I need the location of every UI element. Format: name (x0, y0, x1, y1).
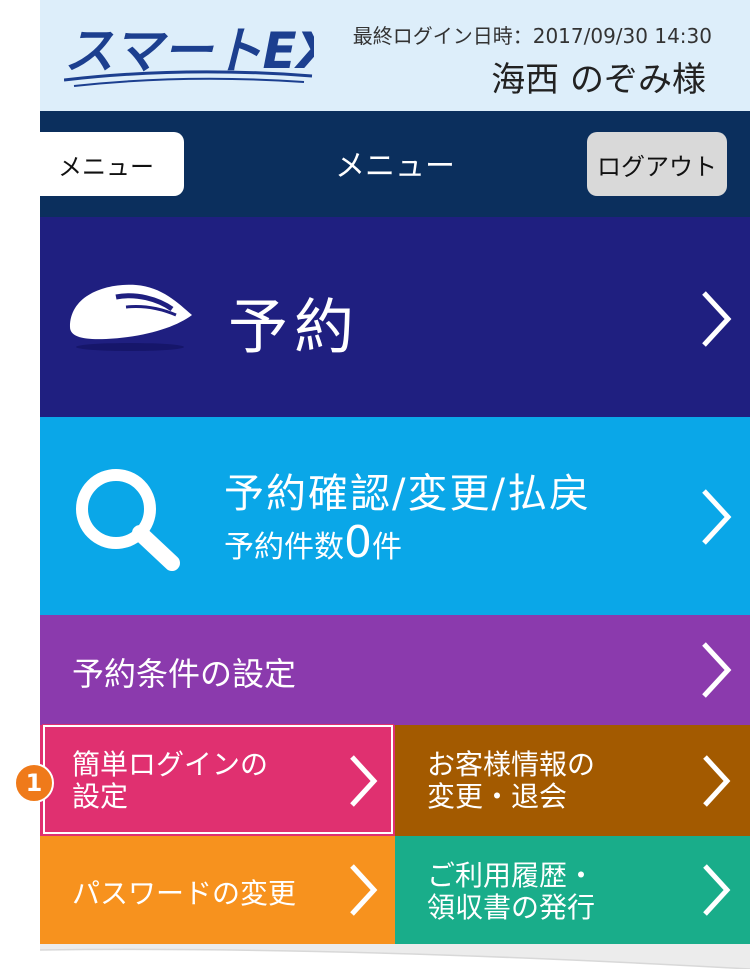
simple-login-settings-tile[interactable]: 簡単ログインの 設定 (40, 725, 395, 836)
chevron-right-icon (702, 489, 732, 545)
simple-login-label-line2: 設定 (72, 780, 129, 813)
reservation-check-tile[interactable]: 予約確認/変更/払戻 予約件数0件 (40, 417, 750, 615)
reservation-conditions-label: 予約条件の設定 (72, 655, 297, 693)
usage-history-label-line1: ご利用履歴・ (427, 859, 596, 892)
step-marker: 1 (14, 763, 54, 803)
page-curl-shadow (40, 944, 750, 969)
customer-info-label-line1: お客様情報の (427, 748, 596, 781)
chevron-right-icon (702, 642, 732, 698)
search-icon (76, 469, 180, 571)
reservation-count-prefix: 予約件数 (224, 530, 344, 565)
password-change-tile[interactable]: パスワードの変更 (40, 836, 395, 944)
reservation-count: 予約件数0件 (224, 517, 402, 568)
user-name: 海西 のぞみ様 (491, 60, 706, 100)
smartex-logo: スマートEX (64, 22, 314, 87)
last-login-datetime: 最終ログイン日時：2017/09/30 14:30 (352, 24, 712, 48)
smartex-menu-screen: スマートEX 最終ログイン日時：2017/09/30 14:30 海西 のぞみ様… (40, 0, 750, 944)
navbar: メニュー メニュー ログアウト (40, 111, 750, 217)
usage-history-label-line2: 領収書の発行 (427, 891, 596, 924)
logout-button[interactable]: ログアウト (587, 132, 727, 196)
usage-history-label: ご利用履歴・ 領収書の発行 (427, 860, 595, 924)
password-change-label: パスワードの変更 (72, 877, 297, 910)
reservation-count-value: 0 (344, 517, 372, 568)
chevron-right-icon (703, 755, 731, 807)
reserve-label: 予約 (228, 293, 360, 363)
chevron-right-icon (350, 755, 378, 807)
usage-history-tile[interactable]: ご利用履歴・ 領収書の発行 (395, 836, 750, 944)
customer-info-label-line2: 変更・退会 (427, 780, 568, 813)
simple-login-label-line1: 簡単ログインの (72, 748, 269, 781)
customer-info-label: お客様情報の 変更・退会 (427, 749, 595, 813)
reservation-check-title: 予約確認/変更/払戻 (224, 471, 591, 517)
chevron-right-icon (703, 864, 731, 916)
reservation-conditions-tile[interactable]: 予約条件の設定 (40, 615, 750, 725)
reserve-tile[interactable]: 予約 (40, 217, 750, 417)
header: スマートEX 最終ログイン日時：2017/09/30 14:30 海西 のぞみ様 (40, 0, 750, 111)
reservation-count-suffix: 件 (372, 530, 402, 565)
customer-info-tile[interactable]: お客様情報の 変更・退会 (395, 725, 750, 836)
chevron-right-icon (702, 291, 732, 347)
chevron-right-icon (350, 864, 378, 916)
shinkansen-icon (70, 284, 192, 351)
simple-login-label: 簡単ログインの 設定 (72, 749, 268, 813)
